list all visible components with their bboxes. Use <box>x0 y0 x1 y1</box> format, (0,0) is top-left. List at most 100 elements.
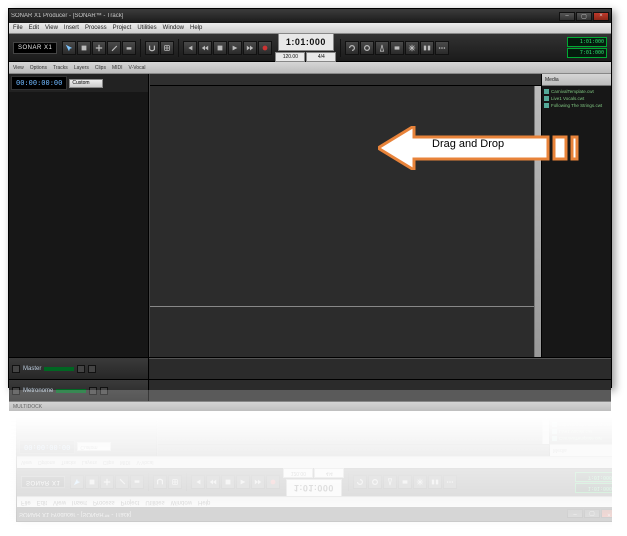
solo-button[interactable] <box>88 365 96 373</box>
select-tool-button[interactable] <box>77 41 91 55</box>
track-counter[interactable]: 00:00:00:00 <box>11 76 67 90</box>
menu-window[interactable]: Window <box>163 25 184 31</box>
loop-button[interactable] <box>345 41 359 55</box>
draw-tool-button[interactable] <box>115 476 129 490</box>
freeze-button[interactable] <box>405 41 419 55</box>
minimize-button[interactable]: – <box>559 12 575 21</box>
loop-button[interactable] <box>353 476 367 490</box>
views-button[interactable] <box>428 476 442 490</box>
rtz-button[interactable] <box>183 41 197 55</box>
media-item[interactable]: Following The Strings.cwt <box>552 422 612 427</box>
media-item[interactable]: CarnivalTemplate.cwt <box>552 436 612 441</box>
media-item[interactable]: Following The Strings.cwt <box>544 103 609 108</box>
tempo-display[interactable]: 120.00 <box>283 468 313 478</box>
stop-button[interactable] <box>213 41 227 55</box>
media-item[interactable]: Live1 Vocals.cwt <box>552 429 612 434</box>
play-button[interactable] <box>228 41 242 55</box>
menu-insert[interactable]: Insert <box>72 499 87 505</box>
tempo-display[interactable]: 120.00 <box>275 52 305 62</box>
media-item[interactable]: Live1 Vocals.cwt <box>544 96 609 101</box>
smart-tool-button[interactable] <box>62 41 76 55</box>
menu-process[interactable]: Process <box>85 25 107 31</box>
menu-view[interactable]: View <box>45 25 58 31</box>
clips-pane[interactable] <box>157 390 549 456</box>
punch-button[interactable] <box>360 41 374 55</box>
draw-tool-button[interactable] <box>107 41 121 55</box>
media-header[interactable]: Media <box>542 74 611 86</box>
snap-button[interactable] <box>145 41 159 55</box>
subtab-options[interactable]: Options <box>30 65 47 71</box>
rtz-button[interactable] <box>191 476 205 490</box>
vertical-scrollbar[interactable] <box>542 390 549 444</box>
ffwd-button[interactable] <box>243 41 257 55</box>
meter-display[interactable]: 4/4 <box>306 52 336 62</box>
rewind-button[interactable] <box>206 476 220 490</box>
vertical-scrollbar[interactable] <box>534 86 541 357</box>
bus-lane[interactable] <box>149 358 611 379</box>
ffwd-button[interactable] <box>251 476 265 490</box>
menu-project[interactable]: Project <box>113 25 132 31</box>
bus-header-master[interactable]: Master <box>9 358 149 379</box>
menu-view[interactable]: View <box>53 499 66 505</box>
smart-tool-button[interactable] <box>70 476 84 490</box>
snap-button[interactable] <box>153 476 167 490</box>
track-list-empty[interactable] <box>9 92 148 357</box>
subtab-view[interactable]: View <box>13 65 24 71</box>
stop-button[interactable] <box>221 476 235 490</box>
mute-button[interactable] <box>77 365 85 373</box>
timeline-ruler[interactable] <box>158 444 549 456</box>
subtab-vvocal[interactable]: V-Vocal <box>129 65 146 71</box>
mixdown-button[interactable] <box>398 476 412 490</box>
track-list-empty[interactable] <box>17 390 156 438</box>
menu-utilities[interactable]: Utilities <box>137 25 156 31</box>
subtab-clips[interactable]: Clips <box>103 460 114 466</box>
play-button[interactable] <box>236 476 250 490</box>
subtab-vvocal[interactable]: V-Vocal <box>137 460 154 466</box>
menu-file[interactable]: File <box>13 25 23 31</box>
rewind-button[interactable] <box>198 41 212 55</box>
subtab-layers[interactable]: Layers <box>82 460 97 466</box>
punch-button[interactable] <box>368 476 382 490</box>
views-button[interactable] <box>420 41 434 55</box>
menu-file[interactable]: File <box>21 499 31 505</box>
subtab-tracks[interactable]: Tracks <box>53 65 68 71</box>
clips-pane[interactable] <box>149 74 541 357</box>
menu-window[interactable]: Window <box>171 499 192 505</box>
record-button[interactable] <box>266 476 280 490</box>
select-tool-button[interactable] <box>85 476 99 490</box>
more-button[interactable] <box>435 41 449 55</box>
timecode-display[interactable]: 1:01:000 <box>278 33 334 51</box>
erase-tool-button[interactable] <box>130 476 144 490</box>
erase-tool-button[interactable] <box>122 41 136 55</box>
timeline-ruler[interactable] <box>150 74 541 86</box>
maximize-button[interactable]: ▢ <box>576 12 592 21</box>
close-button[interactable]: × <box>601 510 612 519</box>
menu-help[interactable]: Help <box>190 25 202 31</box>
close-button[interactable]: × <box>593 12 609 21</box>
grid-button[interactable] <box>160 41 174 55</box>
mixdown-button[interactable] <box>390 41 404 55</box>
track-filter-dropdown[interactable]: Custom <box>77 443 111 452</box>
subtab-layers[interactable]: Layers <box>74 65 89 71</box>
menu-process[interactable]: Process <box>93 499 115 505</box>
subtab-midi[interactable]: MIDI <box>120 460 131 466</box>
menu-utilities[interactable]: Utilities <box>145 499 164 505</box>
media-header[interactable]: Media <box>550 444 612 456</box>
menu-project[interactable]: Project <box>121 499 140 505</box>
metronome-button[interactable] <box>383 476 397 490</box>
record-button[interactable] <box>258 41 272 55</box>
grid-button[interactable] <box>168 476 182 490</box>
subtab-clips[interactable]: Clips <box>95 65 106 71</box>
expand-icon[interactable] <box>12 365 20 373</box>
maximize-button[interactable]: ▢ <box>584 510 600 519</box>
subtab-midi[interactable]: MIDI <box>112 65 123 71</box>
metronome-button[interactable] <box>375 41 389 55</box>
minimize-button[interactable]: – <box>567 510 583 519</box>
more-button[interactable] <box>443 476 457 490</box>
track-counter[interactable]: 00:00:00:00 <box>19 440 75 454</box>
media-item[interactable]: CarnivalTemplate.cwt <box>544 89 609 94</box>
move-tool-button[interactable] <box>100 476 114 490</box>
track-filter-dropdown[interactable]: Custom <box>69 79 103 88</box>
subtab-view[interactable]: View <box>21 460 32 466</box>
move-tool-button[interactable] <box>92 41 106 55</box>
